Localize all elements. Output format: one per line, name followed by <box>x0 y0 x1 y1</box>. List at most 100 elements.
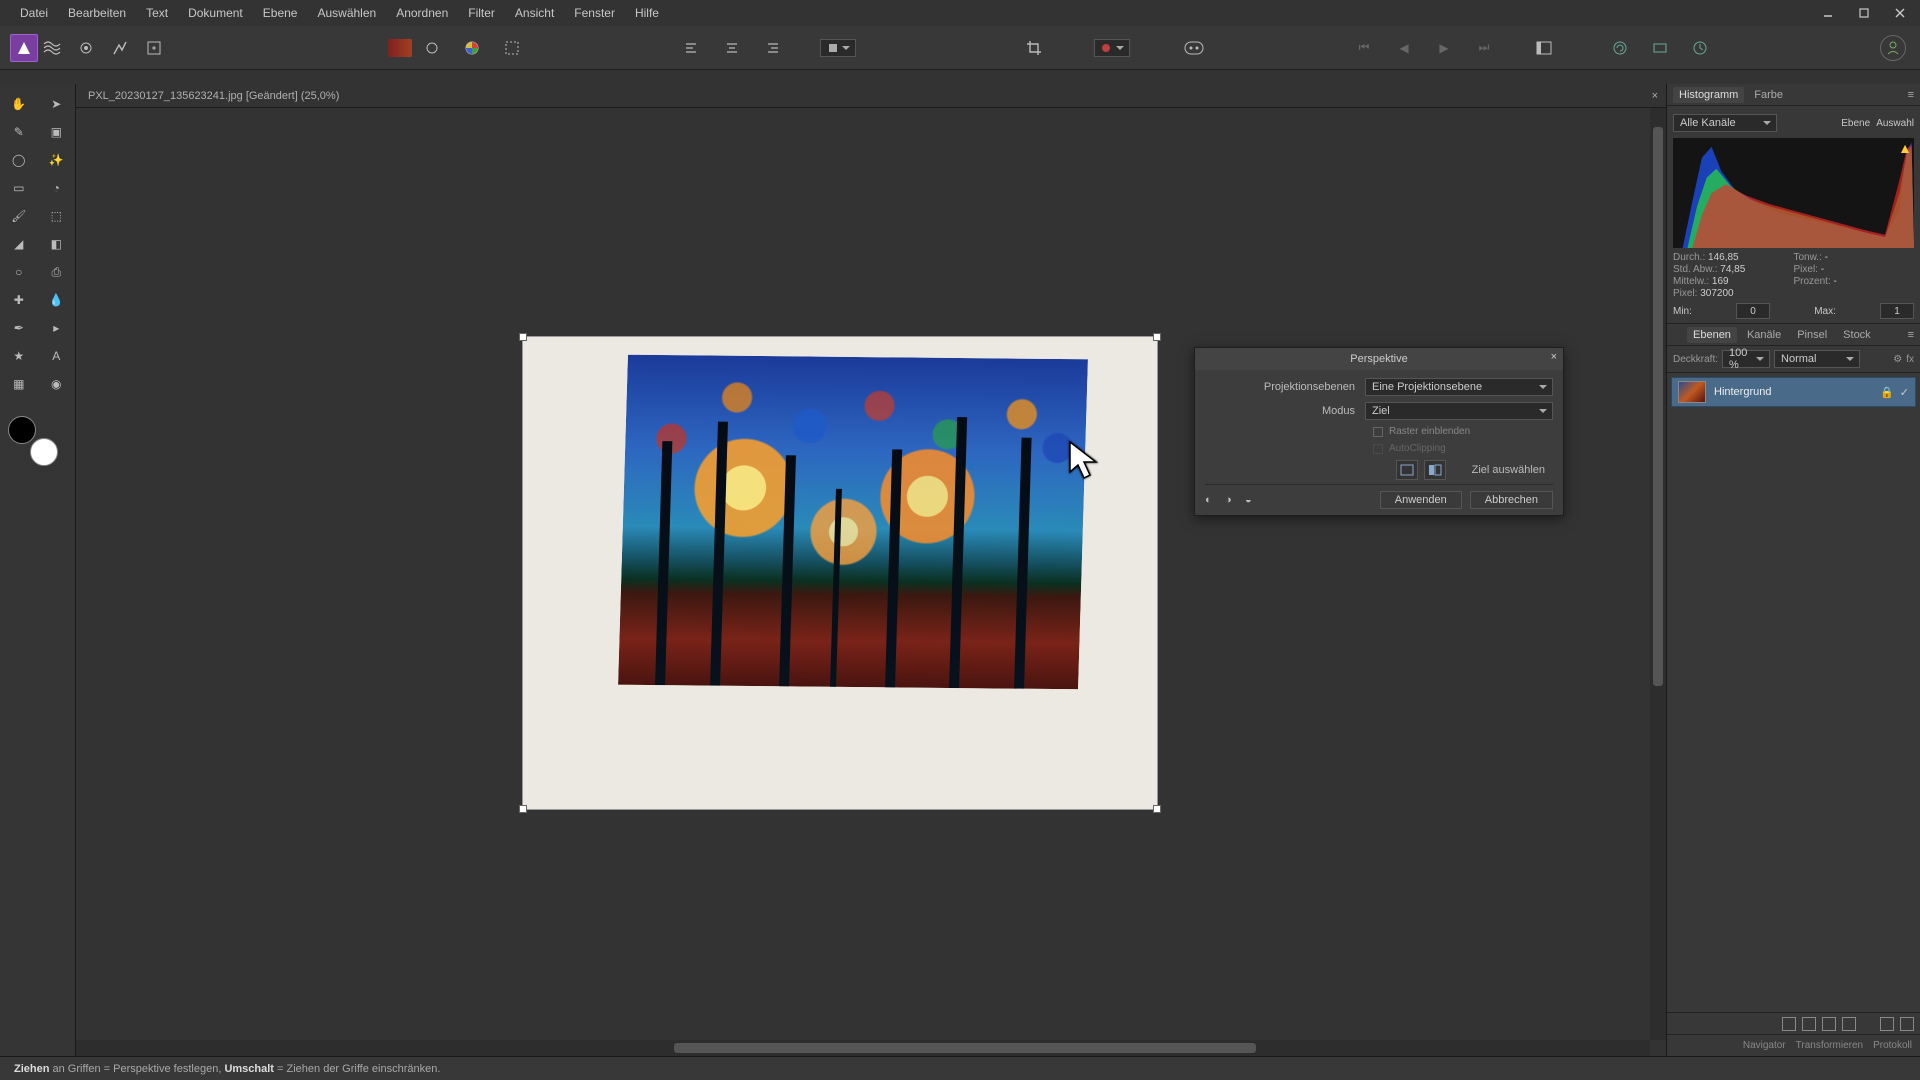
eyedropper-tool-icon[interactable]: ◉ <box>41 371 73 397</box>
after-icon[interactable] <box>1424 460 1446 480</box>
menu-dokument[interactable]: Dokument <box>178 0 253 26</box>
marquee-tool-icon[interactable] <box>498 34 526 62</box>
clipping-warning-icon[interactable]: ▲ <box>1898 140 1912 156</box>
canvas-image[interactable] <box>522 336 1158 810</box>
stamp-tool-icon[interactable]: ⎙ <box>41 259 73 285</box>
menu-ansicht[interactable]: Ansicht <box>505 0 564 26</box>
account-avatar-icon[interactable] <box>1880 35 1906 61</box>
transform-handle-br[interactable] <box>1153 805 1161 813</box>
menu-ebene[interactable]: Ebene <box>253 0 308 26</box>
sync-c-icon[interactable] <box>1686 34 1714 62</box>
fill-tool-icon[interactable]: ◢ <box>3 231 35 257</box>
tab-farbe[interactable]: Farbe <box>1748 87 1789 103</box>
mask-icon[interactable] <box>1782 1017 1796 1031</box>
wand-tool-icon[interactable]: ✨ <box>41 147 73 173</box>
marquee-rect-tool-icon[interactable]: ▭ <box>3 175 35 201</box>
layer-settings-icon[interactable]: ⚙ <box>1893 354 1902 365</box>
menu-anordnen[interactable]: Anordnen <box>386 0 458 26</box>
shape-tool-icon[interactable]: ★ <box>3 343 35 369</box>
align-center-icon[interactable] <box>718 34 746 62</box>
persona-liquify-icon[interactable] <box>38 34 66 62</box>
persona-tonemap-icon[interactable] <box>106 34 134 62</box>
text-tool-icon[interactable]: A <box>41 343 73 369</box>
cancel-button[interactable]: Abbrechen <box>1470 491 1553 509</box>
crop-tool-icon[interactable]: ▣ <box>41 119 73 145</box>
preset-c-icon[interactable]: ◒ <box>1245 494 1261 506</box>
tab-histogramm[interactable]: Histogramm <box>1673 87 1744 103</box>
add-layer-icon[interactable] <box>1880 1017 1894 1031</box>
align-left-icon[interactable] <box>678 34 706 62</box>
document-tab-close-icon[interactable]: × <box>1652 90 1658 102</box>
layer-lock-icon[interactable]: 🔒 <box>1880 386 1894 399</box>
mesh-tool-icon[interactable]: ▦ <box>3 371 35 397</box>
crop-icon[interactable] <box>1020 34 1048 62</box>
opacity-input[interactable]: 100 % <box>1722 350 1770 368</box>
pen-tool-icon[interactable]: ✒ <box>3 315 35 341</box>
group-icon[interactable] <box>1842 1017 1856 1031</box>
panel-menu-icon[interactable]: ≡ <box>1908 89 1914 101</box>
grid-checkbox[interactable] <box>1373 427 1383 437</box>
hand-tool-icon[interactable]: ✋ <box>3 91 35 117</box>
delete-layer-icon[interactable] <box>1900 1017 1914 1031</box>
transform-handle-tl[interactable] <box>519 333 527 341</box>
window-minimize[interactable] <box>1812 4 1844 22</box>
fx-add-icon[interactable] <box>1822 1017 1836 1031</box>
pencil-tool-icon[interactable]: ✎ <box>3 119 35 145</box>
tab-pinsel[interactable]: Pinsel <box>1791 327 1833 343</box>
menu-datei[interactable]: Datei <box>10 0 58 26</box>
transform-handle-bl[interactable] <box>519 805 527 813</box>
menu-filter[interactable]: Filter <box>458 0 505 26</box>
hist-auswahl-label[interactable]: Auswahl <box>1876 118 1914 129</box>
tab-protokoll[interactable]: Protokoll <box>1873 1040 1912 1051</box>
brush-tool-icon[interactable]: 🖌 <box>3 203 35 229</box>
assistant-icon[interactable] <box>1180 34 1208 62</box>
dodge-tool-icon[interactable]: ○ <box>3 259 35 285</box>
sync-a-icon[interactable] <box>1606 34 1634 62</box>
eraser-tool-icon[interactable]: ⬚ <box>41 203 73 229</box>
blur-tool-icon[interactable]: 💧 <box>41 287 73 313</box>
snap-dropdown[interactable] <box>820 39 856 57</box>
transform-handle-tr[interactable] <box>1153 333 1161 341</box>
apply-button[interactable]: Anwenden <box>1380 491 1462 509</box>
node-tool-icon[interactable]: ▸ <box>41 315 73 341</box>
window-close[interactable] <box>1884 4 1916 22</box>
planes-dropdown[interactable]: Eine Projektionsebene <box>1365 378 1553 396</box>
circle-tool-icon[interactable] <box>418 34 446 62</box>
dialog-titlebar[interactable]: Perspektive × <box>1195 348 1563 370</box>
gradient-tool-icon[interactable]: ◧ <box>41 231 73 257</box>
color-swatch[interactable] <box>8 416 58 466</box>
scrollbar-horizontal[interactable] <box>76 1040 1650 1056</box>
adjustment-icon[interactable] <box>1802 1017 1816 1031</box>
tab-navigator[interactable]: Navigator <box>1743 1040 1786 1051</box>
mode-dropdown[interactable]: Ziel <box>1365 402 1553 420</box>
hist-ebene-label[interactable]: Ebene <box>1841 118 1870 129</box>
tab-transformieren[interactable]: Transformieren <box>1796 1040 1863 1051</box>
panel-toggle-icon[interactable] <box>1530 34 1558 62</box>
menu-bearbeiten[interactable]: Bearbeiten <box>58 0 136 26</box>
blend-mode-dropdown[interactable]: Normal <box>1774 350 1860 368</box>
menu-fenster[interactable]: Fenster <box>564 0 625 26</box>
menu-text[interactable]: Text <box>136 0 178 26</box>
layers-menu-icon[interactable]: ≡ <box>1908 329 1914 341</box>
persona-develop-icon[interactable] <box>72 34 100 62</box>
before-icon[interactable] <box>1396 460 1418 480</box>
layer-visibility-icon[interactable]: ✓ <box>1900 386 1909 399</box>
persona-export-icon[interactable] <box>140 34 168 62</box>
lasso-tool-icon[interactable]: ◯ <box>3 147 35 173</box>
scrollbar-vertical[interactable] <box>1650 108 1666 1040</box>
sync-b-icon[interactable] <box>1646 34 1674 62</box>
max-input[interactable] <box>1880 303 1914 319</box>
min-input[interactable] <box>1736 303 1770 319</box>
viewport[interactable] <box>76 108 1666 1040</box>
tab-kanaele[interactable]: Kanäle <box>1741 327 1787 343</box>
select-target-button[interactable]: Ziel auswählen <box>1464 464 1553 476</box>
gradient-swatch-icon[interactable] <box>388 39 412 57</box>
menu-hilfe[interactable]: Hilfe <box>625 0 669 26</box>
channels-dropdown[interactable]: Alle Kanäle <box>1673 114 1777 132</box>
app-logo-icon[interactable] <box>10 34 38 62</box>
layer-row[interactable]: Hintergrund 🔒 ✓ <box>1671 377 1916 407</box>
align-right-icon[interactable] <box>758 34 786 62</box>
window-maximize[interactable] <box>1848 4 1880 22</box>
heal-tool-icon[interactable]: ✚ <box>3 287 35 313</box>
brush-select-tool-icon[interactable]: ◔ <box>41 175 73 201</box>
